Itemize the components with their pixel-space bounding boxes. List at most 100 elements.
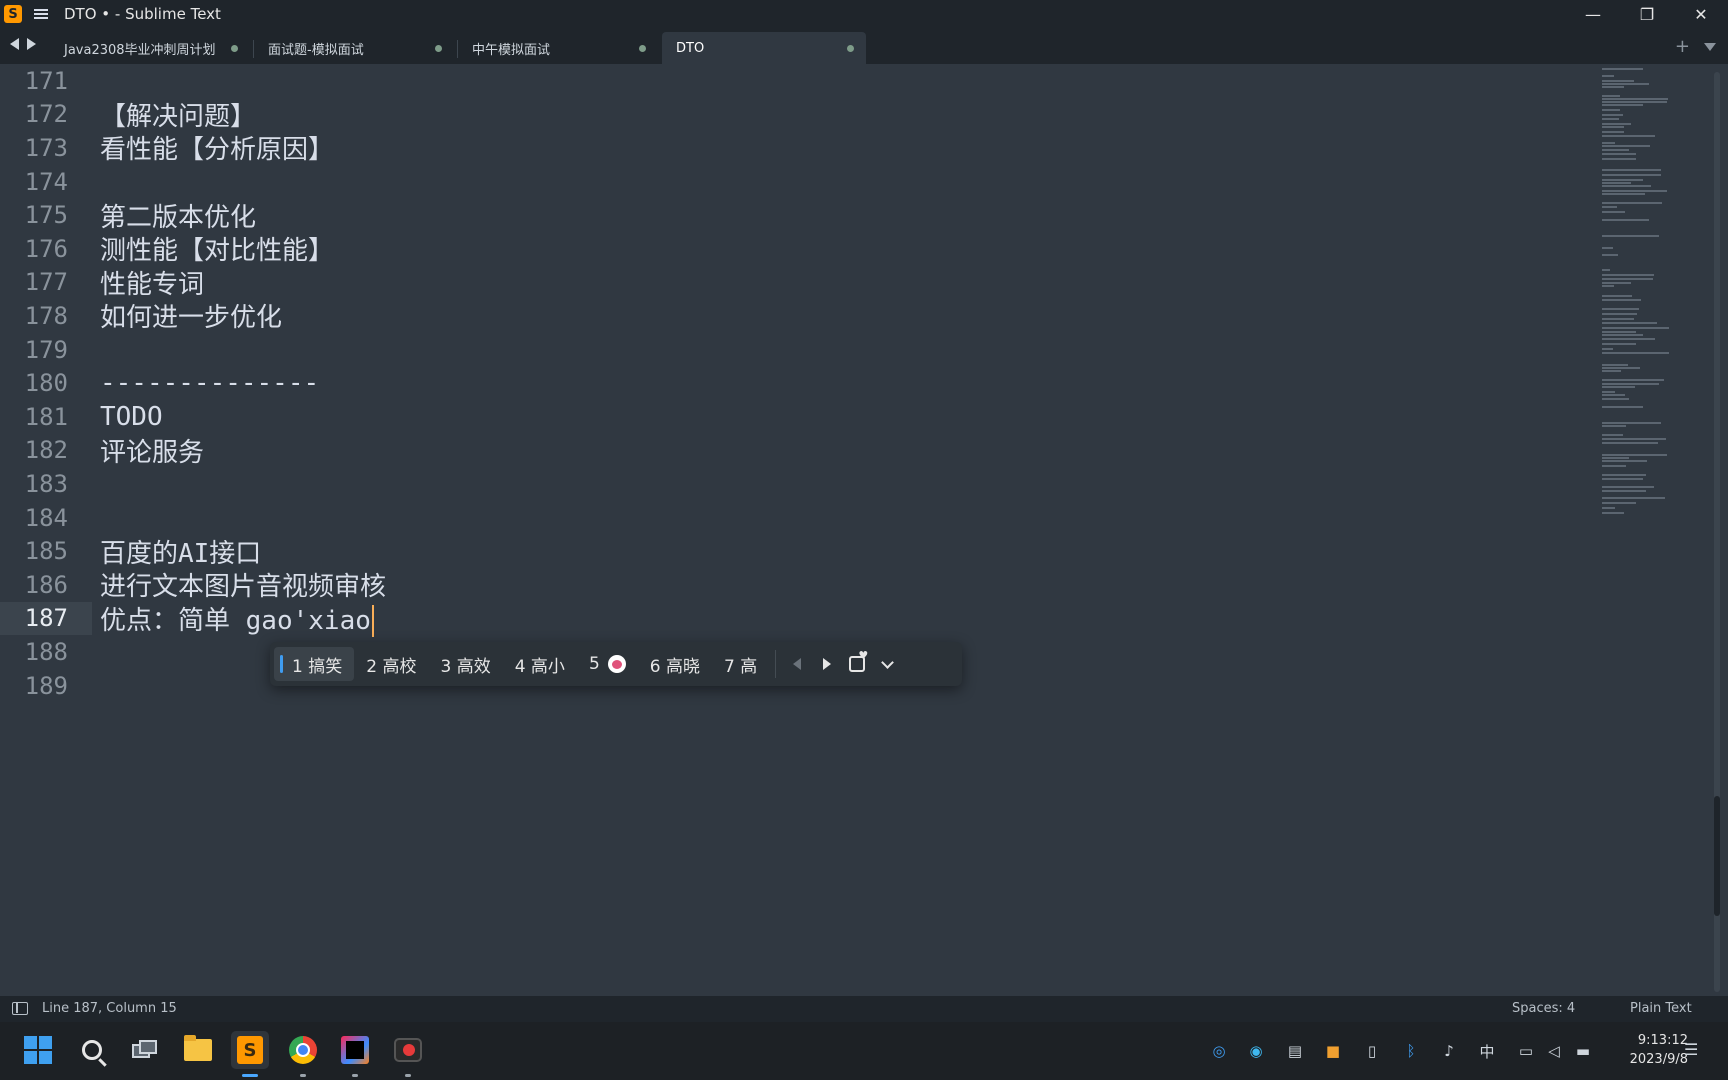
next-tab-icon[interactable] <box>27 38 36 50</box>
tab-java2308[interactable]: Java2308毕业冲刺周计划 <box>50 32 250 64</box>
chrome-taskbar-button[interactable] <box>284 1031 322 1069</box>
minimap-line <box>1602 174 1661 176</box>
restore-button[interactable]: ❐ <box>1620 0 1674 28</box>
editor-line: 173 看性能【分析原因】 <box>0 131 1600 166</box>
minimap-line <box>1602 327 1669 329</box>
minimap-line <box>1602 169 1661 171</box>
file-explorer-button[interactable] <box>179 1031 217 1069</box>
windows-logo-icon <box>24 1036 52 1064</box>
minimap-line <box>1602 454 1667 456</box>
edge-tray-icon[interactable]: ◎ <box>1208 1040 1230 1062</box>
ime-prev-page-button[interactable] <box>782 647 812 681</box>
battery-icon[interactable]: ▬ <box>1572 1040 1594 1062</box>
ime-candidate-7[interactable]: 7 高 <box>712 647 769 681</box>
taskbar-search-button[interactable] <box>73 1031 111 1069</box>
minimap-line <box>1602 285 1614 287</box>
sublime-text-taskbar-button[interactable]: S <box>231 1031 269 1069</box>
minimap-line <box>1602 486 1654 488</box>
line-number: 179 <box>24 335 68 364</box>
minimap-line <box>1602 118 1619 120</box>
close-button[interactable]: ✕ <box>1674 0 1728 28</box>
ime-candidate-2[interactable]: 2 高校 <box>354 647 428 681</box>
ime-candidate-1[interactable]: 1 搞笑 <box>274 647 355 681</box>
volume-icon[interactable]: ◁ <box>1543 1040 1565 1062</box>
status-bar: Line 187, Column 15 Spaces: 4 Plain Text <box>0 996 1728 1022</box>
line-number: 173 <box>24 133 68 162</box>
tab-list-dropdown-icon[interactable] <box>1704 42 1716 51</box>
search-icon <box>82 1040 102 1060</box>
cursor-position[interactable]: Line 187, Column 15 <box>42 1001 177 1016</box>
tab-interview-questions[interactable]: 面试题-模拟面试 <box>254 32 454 64</box>
line-number: 184 <box>24 503 68 532</box>
microphone-icon[interactable]: ♪ <box>1438 1040 1460 1062</box>
sublime-logo-icon: S <box>4 5 22 23</box>
minimap-line <box>1602 109 1620 111</box>
minimap-line <box>1602 282 1631 284</box>
minimap-line <box>1602 512 1624 514</box>
editor-line: 172 【解决问题】 <box>0 98 1600 132</box>
minimap-line <box>1602 438 1666 440</box>
line-number: 183 <box>24 469 68 498</box>
new-tab-icon[interactable]: + <box>1675 36 1690 57</box>
minimize-button[interactable]: — <box>1566 0 1620 28</box>
minimap-line <box>1602 348 1613 350</box>
minimap-line <box>1602 278 1653 280</box>
ime-candidate-3[interactable]: 3 高效 <box>428 647 502 681</box>
editor-line: 184 <box>0 501 1600 535</box>
scrollbar-thumb[interactable] <box>1714 796 1720 916</box>
ime-candidate-4[interactable]: 4 高小 <box>503 647 577 681</box>
tab-noon-interview[interactable]: 中午模拟面试 <box>458 32 658 64</box>
ime-mode-indicator[interactable]: 中 <box>1476 1040 1498 1062</box>
minimap-line <box>1602 331 1636 333</box>
line-number: 189 <box>24 671 68 700</box>
task-view-button[interactable] <box>126 1031 164 1069</box>
minimap[interactable] <box>1600 64 1710 524</box>
minimap-line <box>1602 334 1643 336</box>
favorite-icon <box>849 649 868 672</box>
network-icon[interactable]: ▭ <box>1515 1040 1537 1062</box>
minimap-line <box>1602 83 1649 85</box>
screen-recorder-icon <box>394 1038 422 1062</box>
syntax-selector[interactable]: Plain Text <box>1630 1001 1692 1016</box>
recorder-taskbar-button[interactable] <box>389 1031 427 1069</box>
line-number: 185 <box>24 537 68 566</box>
indentation-setting[interactable]: Spaces: 4 <box>1512 1001 1575 1016</box>
minimap-line <box>1602 490 1646 492</box>
minimap-line <box>1602 434 1623 436</box>
line-number: 178 <box>24 301 68 330</box>
hamburger-menu-icon[interactable] <box>34 9 48 19</box>
ime-next-page-button[interactable] <box>812 647 842 681</box>
panel-toggle-icon[interactable] <box>12 1002 28 1015</box>
modified-dot-icon <box>231 45 238 52</box>
start-button[interactable] <box>19 1031 57 1069</box>
editor-line: 183 <box>0 467 1600 501</box>
tab-navigation <box>10 38 36 50</box>
tab-label: Java2308毕业冲刺周计划 <box>64 42 216 58</box>
minimap-line <box>1602 295 1632 297</box>
bluetooth-icon[interactable]: ᛒ <box>1400 1040 1422 1062</box>
tab-dto[interactable]: DTO <box>662 32 866 64</box>
previous-tab-icon[interactable] <box>10 38 19 50</box>
notification-center-icon[interactable]: ☰ <box>1684 1040 1698 1059</box>
line-number: 172 <box>24 100 68 129</box>
docker-tray-icon[interactable]: ▤ <box>1284 1040 1306 1062</box>
line-number: 186 <box>24 570 68 599</box>
ime-separator <box>775 650 777 678</box>
minimap-line <box>1602 235 1659 237</box>
editor-area[interactable]: 171 172 【解决问题】 173 看性能【分析原因】 174 175 第二版本优化… <box>0 64 1728 996</box>
security-tray-icon[interactable]: ■ <box>1322 1040 1344 1062</box>
minimap-line <box>1602 86 1624 88</box>
system-clock[interactable]: 9:13:12 2023/9/8 <box>1598 1031 1688 1069</box>
ime-candidate-5[interactable]: 5 <box>577 647 638 681</box>
ime-expand-button[interactable] <box>872 647 902 681</box>
ime-candidate-6[interactable]: 6 高晓 <box>638 647 712 681</box>
ime-favorite-button[interactable] <box>842 647 872 681</box>
editor-line: 181 TODO <box>0 400 1600 434</box>
usb-tray-icon[interactable]: ▯ <box>1361 1040 1383 1062</box>
minimap-line <box>1602 185 1651 187</box>
tab-actions: + <box>1675 36 1716 57</box>
minimap-line <box>1602 318 1634 320</box>
network-app-tray-icon[interactable]: ◉ <box>1245 1040 1267 1062</box>
minimap-line <box>1602 391 1615 393</box>
intellij-taskbar-button[interactable] <box>336 1031 374 1069</box>
